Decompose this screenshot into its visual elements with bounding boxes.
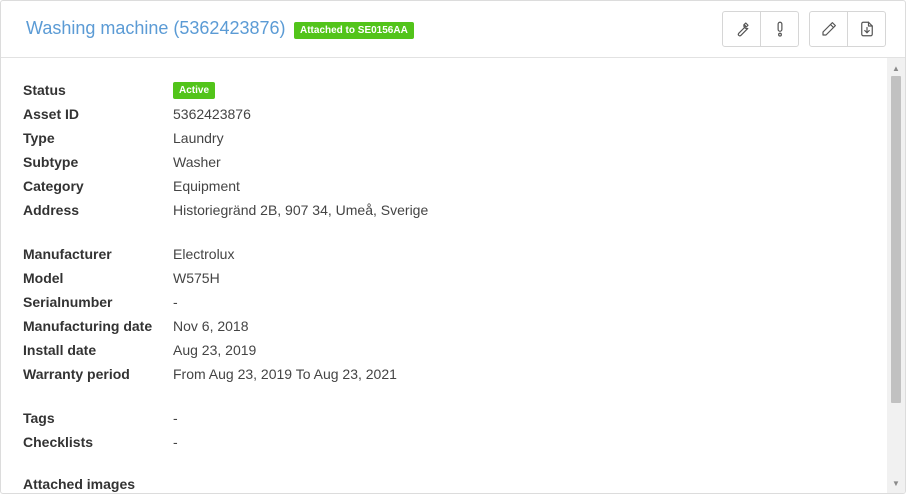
attached-images-heading: Attached images <box>23 476 136 492</box>
detail-row-address: Address Historiegränd 2B, 907 34, Umeå, … <box>23 200 428 220</box>
category-value: Equipment <box>173 178 240 194</box>
detail-row-manufacturing-date: Manufacturing date Nov 6, 2018 <box>23 316 249 336</box>
warranty-period-label: Warranty period <box>23 366 130 382</box>
manufacturer-label: Manufacturer <box>23 246 112 262</box>
asset-details: Status Active Asset ID 5362423876 Type L… <box>1 58 887 493</box>
model-label: Model <box>23 270 64 286</box>
tags-label: Tags <box>23 410 55 426</box>
address-value: Historiegränd 2B, 907 34, Umeå, Sverige <box>173 202 429 218</box>
detail-row-install-date: Install date Aug 23, 2019 <box>23 340 256 360</box>
download-button[interactable] <box>847 12 885 46</box>
action-group-service <box>722 11 799 47</box>
install-date-value: Aug 23, 2019 <box>173 342 257 358</box>
manufacturing-date-label: Manufacturing date <box>23 318 153 334</box>
subtype-label: Subtype <box>23 154 79 170</box>
scroll-up-arrow-icon[interactable]: ▲ <box>887 60 905 76</box>
address-label: Address <box>23 202 80 218</box>
detail-row-serialnumber: Serialnumber - <box>23 292 178 312</box>
detail-row-model: Model W575H <box>23 268 220 288</box>
detail-row-status: Status Active <box>23 80 216 100</box>
wrench-icon <box>737 22 749 37</box>
scroll-down-arrow-icon[interactable]: ▼ <box>887 475 905 491</box>
pencil-icon <box>821 22 836 36</box>
vertical-scrollbar[interactable]: ▲ ▼ <box>887 58 905 493</box>
status-badge: Active <box>173 81 216 99</box>
manufacturing-date-value: Nov 6, 2018 <box>173 318 249 334</box>
detail-row-manufacturer: Manufacturer Electrolux <box>23 244 234 264</box>
status-label: Status <box>23 82 66 98</box>
report-issue-button[interactable] <box>760 12 798 46</box>
asset-id-value: 5362423876 <box>173 106 251 122</box>
detail-row-tags: Tags - <box>23 408 178 428</box>
service-button[interactable] <box>723 12 760 46</box>
checklists-value: - <box>173 434 178 450</box>
type-value: Laundry <box>173 130 224 146</box>
detail-row-category: Category Equipment <box>23 176 240 196</box>
asset-detail-panel: Washing machine (5362423876) Attached to… <box>0 0 906 494</box>
download-icon <box>860 21 873 37</box>
detail-row-asset-id: Asset ID 5362423876 <box>23 104 251 124</box>
detail-row-subtype: Subtype Washer <box>23 152 221 172</box>
warranty-period-value: From Aug 23, 2019 To Aug 23, 2021 <box>173 366 397 382</box>
serialnumber-value: - <box>173 294 178 310</box>
asset-id-label: Asset ID <box>23 106 80 122</box>
detail-row-checklists: Checklists - <box>23 432 178 452</box>
subtype-value: Washer <box>173 154 221 170</box>
detail-row-warranty-period: Warranty period From Aug 23, 2019 To Aug… <box>23 364 397 384</box>
action-group-edit <box>809 11 886 47</box>
install-date-label: Install date <box>23 342 97 358</box>
exclamation-icon <box>777 21 782 37</box>
page-title: Washing machine (5362423876) <box>26 18 286 38</box>
edit-button[interactable] <box>810 12 847 46</box>
manufacturer-value: Electrolux <box>173 246 235 262</box>
panel-header: Washing machine (5362423876) Attached to… <box>1 1 905 58</box>
attached-images-section: Attached images <box>23 474 173 493</box>
type-label: Type <box>23 130 55 146</box>
detail-row-type: Type Laundry <box>23 128 224 148</box>
scroll-thumb[interactable] <box>891 76 901 403</box>
attached-badge: Attached to SE0156AA <box>294 22 414 39</box>
checklists-label: Checklists <box>23 434 94 450</box>
model-value: W575H <box>173 270 220 286</box>
category-label: Category <box>23 178 84 194</box>
serialnumber-label: Serialnumber <box>23 294 113 310</box>
tags-value: - <box>173 410 178 426</box>
